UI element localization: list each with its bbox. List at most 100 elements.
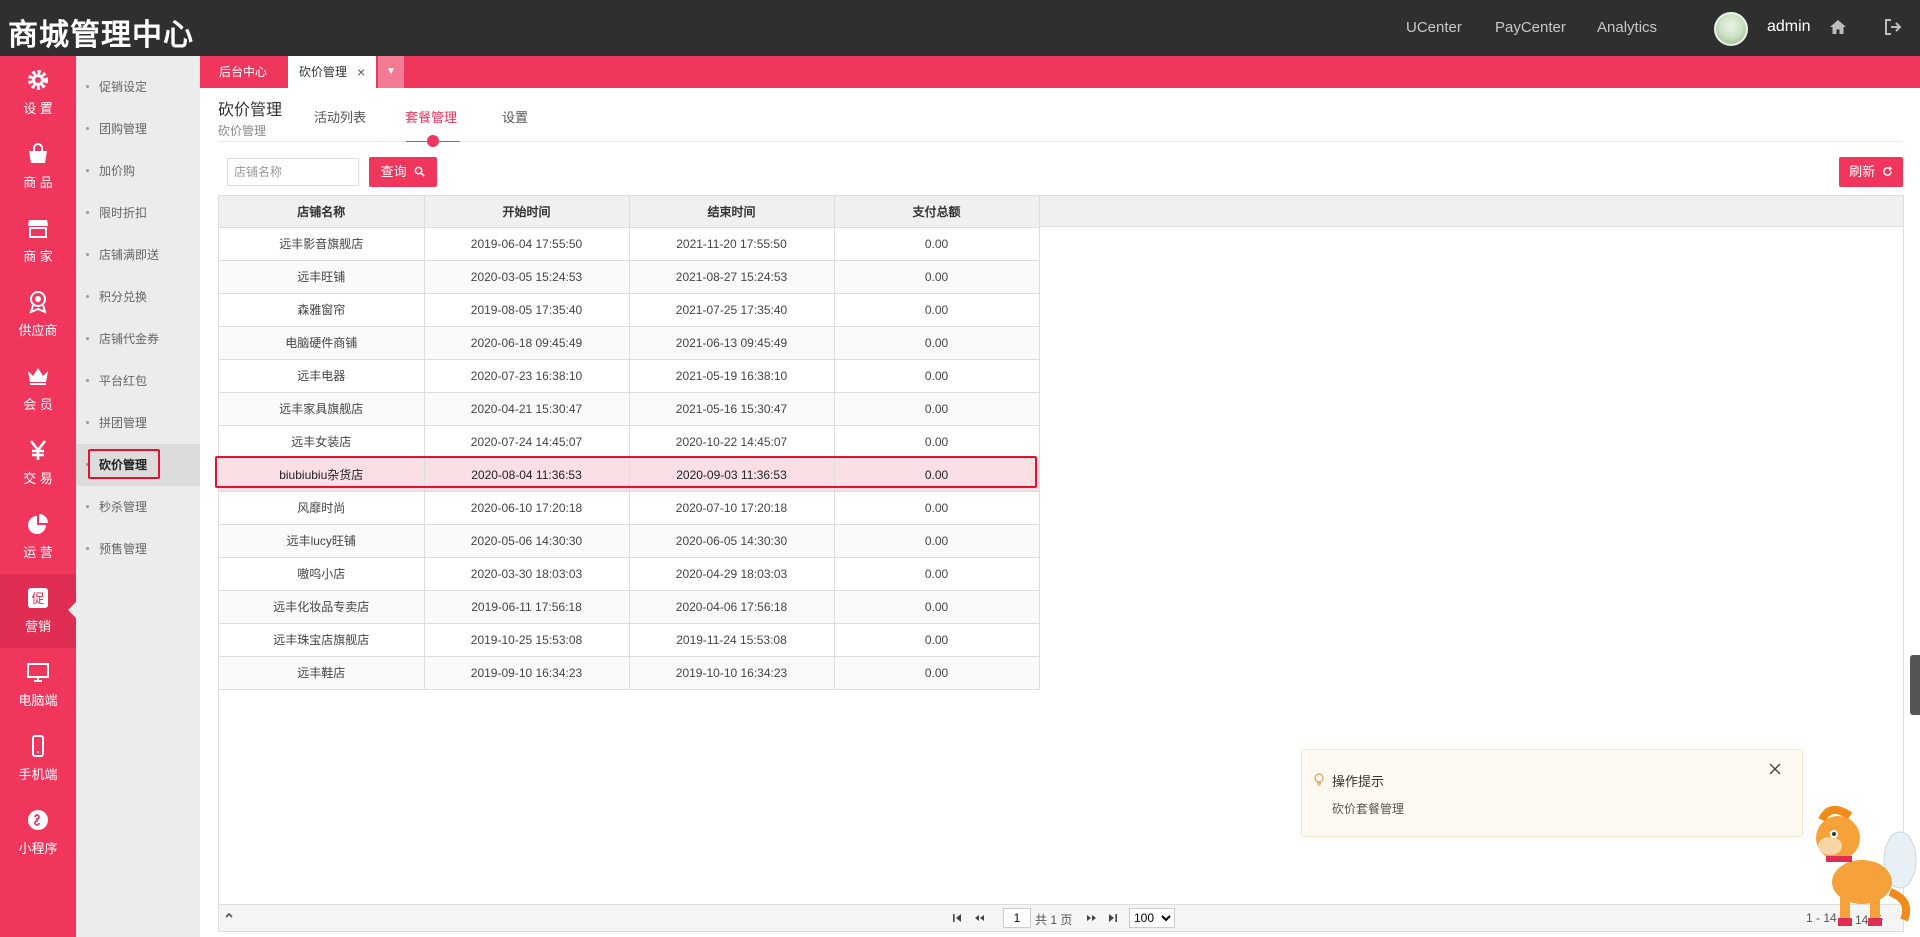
cell-shop-name: 远丰化妆品专卖店 (219, 590, 425, 624)
bulb-icon (1312, 772, 1326, 789)
column-header-total-paid[interactable]: 支付总额 (834, 196, 1040, 228)
side-scroll-handle[interactable] (1910, 655, 1920, 715)
header-divider (218, 141, 1902, 142)
mini-program-icon (26, 808, 50, 832)
subtab-settings[interactable]: 设置 (502, 107, 528, 126)
cell-start-time: 2020-07-24 14:45:07 (424, 425, 630, 459)
nav-paycenter[interactable]: PayCenter (1495, 19, 1566, 36)
tab-dropdown-icon[interactable]: ▼ (378, 56, 404, 88)
subtab-package-manage[interactable]: 套餐管理 (405, 107, 457, 126)
column-header-end-time[interactable]: 结束时间 (629, 196, 835, 228)
submenu-item-points-exchange[interactable]: 积分兑换 (76, 276, 200, 318)
table-row[interactable]: 远丰lucy旺铺 2020-05-06 14:30:30 2020-06-05 14… (219, 524, 1040, 558)
leftnav-item-miniprogram[interactable]: 小程序 (0, 796, 76, 870)
cell-start-time: 2020-05-06 14:30:30 (424, 524, 630, 558)
cell-shop-name: 远丰电器 (219, 359, 425, 393)
cell-end-time: 2020-04-29 18:03:03 (629, 557, 835, 591)
leftnav-label: 商 家 (23, 249, 53, 264)
table-row[interactable]: 远丰旺铺 2020-03-05 15:24:53 2021-08-27 15:24:… (219, 260, 1040, 294)
table-row[interactable]: 远丰影音旗舰店 2019-06-04 17:55:50 2021-11-20 17:… (219, 227, 1040, 261)
submenu-item-pintuan[interactable]: 拼团管理 (76, 402, 200, 444)
last-page-icon[interactable] (1107, 912, 1119, 927)
leftnav-label: 交 易 (23, 471, 53, 486)
leftnav-item-mobile[interactable]: 手机端 (0, 722, 76, 796)
column-header-shop-name[interactable]: 店铺名称 (219, 196, 425, 228)
tab-close-icon[interactable]: × (357, 56, 365, 88)
submenu-label: 团购管理 (99, 122, 148, 136)
collapse-up-icon[interactable] (223, 909, 235, 924)
table-row[interactable]: 森雅窗帘 2019-08-05 17:35:40 2021-07-25 17:35:… (219, 293, 1040, 327)
table-row[interactable]: 嗷呜小店 2020-03-30 18:03:03 2020-04-29 18:03:… (219, 557, 1040, 591)
table-row[interactable]: 远丰女装店 2020-07-24 14:45:07 2020-10-22 14:45… (219, 425, 1040, 459)
nav-analytics[interactable]: Analytics (1597, 19, 1657, 36)
cell-start-time: 2019-10-25 15:53:08 (424, 623, 630, 657)
submenu-label: 限时折扣 (99, 206, 148, 220)
leftnav-item-supplier[interactable]: 供应商 (0, 278, 76, 352)
leftnav-label: 电脑端 (18, 693, 58, 708)
submenu-item-presale[interactable]: 预售管理 (76, 528, 200, 570)
nav-ucenter[interactable]: UCenter (1406, 19, 1462, 36)
submenu-item-flash-discount[interactable]: 限时折扣 (76, 192, 200, 234)
submenu-item-promo-settings[interactable]: 促销设定 (76, 66, 200, 108)
submenu-item-seckill[interactable]: 秒杀管理 (76, 486, 200, 528)
table-row[interactable]: 远丰珠宝店旗舰店 2019-10-25 15:53:08 2019-11-24 15… (219, 623, 1040, 657)
submenu-item-group-buy[interactable]: 团购管理 (76, 108, 200, 150)
cell-shop-name: 远丰lucy旺铺 (219, 524, 425, 558)
table-row[interactable]: 远丰家具旗舰店 2020-04-21 15:30:47 2021-05-16 15:… (219, 392, 1040, 426)
table-header-row: 店铺名称 开始时间 结束时间 支付总额 (219, 196, 1040, 228)
submenu-label: 平台红包 (99, 374, 148, 388)
avatar[interactable] (1714, 12, 1748, 46)
leftnav-item-merchant[interactable]: 商 家 (0, 204, 76, 278)
close-icon[interactable] (1768, 762, 1782, 779)
table-row[interactable]: 电脑硬件商铺 2020-06-18 09:45:49 2021-06-13 09:4… (219, 326, 1040, 360)
username[interactable]: admin (1767, 18, 1811, 36)
cell-end-time: 2021-08-27 15:24:53 (629, 260, 835, 294)
table-row[interactable]: 远丰鞋店 2019-09-10 16:34:23 2019-10-10 16:34:… (219, 656, 1040, 690)
leftnav-item-marketing[interactable]: 促 营销 (0, 574, 76, 648)
horse-mascot[interactable] (1800, 800, 1920, 937)
cell-shop-name: 远丰影音旗舰店 (219, 227, 425, 261)
promo-icon: 促 (26, 586, 50, 610)
prev-page-icon[interactable] (972, 912, 986, 927)
subtab-indicator-dot (427, 135, 439, 147)
leftnav-item-member[interactable]: 会 员 (0, 352, 76, 426)
submenu-item-add-price[interactable]: 加价购 (76, 150, 200, 192)
submenu-label: 积分兑换 (99, 290, 148, 304)
leftnav-item-goods[interactable]: 商 品 (0, 130, 76, 204)
page-size-select[interactable]: 100 (1129, 908, 1175, 928)
submenu-item-red-packet[interactable]: 平台红包 (76, 360, 200, 402)
logout-icon[interactable] (1883, 17, 1905, 39)
next-page-icon[interactable] (1085, 912, 1099, 927)
page-number-input[interactable] (1003, 908, 1031, 928)
cell-total-paid: 0.00 (834, 590, 1040, 624)
cell-start-time: 2019-08-05 17:35:40 (424, 293, 630, 327)
top-bar: 商城管理中心 UCenter PayCenter Analytics admin (0, 0, 1920, 56)
cell-start-time: 2020-03-30 18:03:03 (424, 557, 630, 591)
leftnav-label: 手机端 (18, 767, 58, 782)
first-page-icon[interactable] (951, 912, 963, 927)
submenu-item-full-gift[interactable]: 店铺满即送 (76, 234, 200, 276)
tab-home[interactable]: 后台中心 (219, 56, 267, 88)
leftnav-item-trade[interactable]: 交 易 (0, 426, 76, 500)
cell-total-paid: 0.00 (834, 359, 1040, 393)
leftnav-item-operation[interactable]: 运 营 (0, 500, 76, 574)
submenu-label: 预售管理 (99, 542, 148, 556)
search-button[interactable]: 查询 (369, 157, 437, 187)
total-pages-text: 共 1 页 (1035, 913, 1073, 927)
home-icon[interactable] (1828, 17, 1850, 39)
search-input[interactable] (227, 158, 359, 186)
leftnav-item-settings[interactable]: 设 置 (0, 56, 76, 130)
shopping-bag-icon (26, 142, 50, 166)
subtab-activity-list[interactable]: 活动列表 (314, 107, 366, 126)
leftnav-item-pc[interactable]: 电脑端 (0, 648, 76, 722)
cell-start-time: 2020-07-23 16:38:10 (424, 359, 630, 393)
svg-text:促: 促 (31, 592, 44, 607)
submenu-item-voucher[interactable]: 店铺代金券 (76, 318, 200, 360)
cell-shop-name: 远丰珠宝店旗舰店 (219, 623, 425, 657)
leftnav-label: 运 营 (23, 545, 53, 560)
table-row[interactable]: 风靡时尚 2020-06-10 17:20:18 2020-07-10 17:20:… (219, 491, 1040, 525)
column-header-start-time[interactable]: 开始时间 (424, 196, 630, 228)
table-row[interactable]: 远丰化妆品专卖店 2019-06-11 17:56:18 2020-04-06 17… (219, 590, 1040, 624)
table-row[interactable]: 远丰电器 2020-07-23 16:38:10 2021-05-19 16:38:… (219, 359, 1040, 393)
refresh-button[interactable]: 刷新 (1839, 157, 1903, 187)
